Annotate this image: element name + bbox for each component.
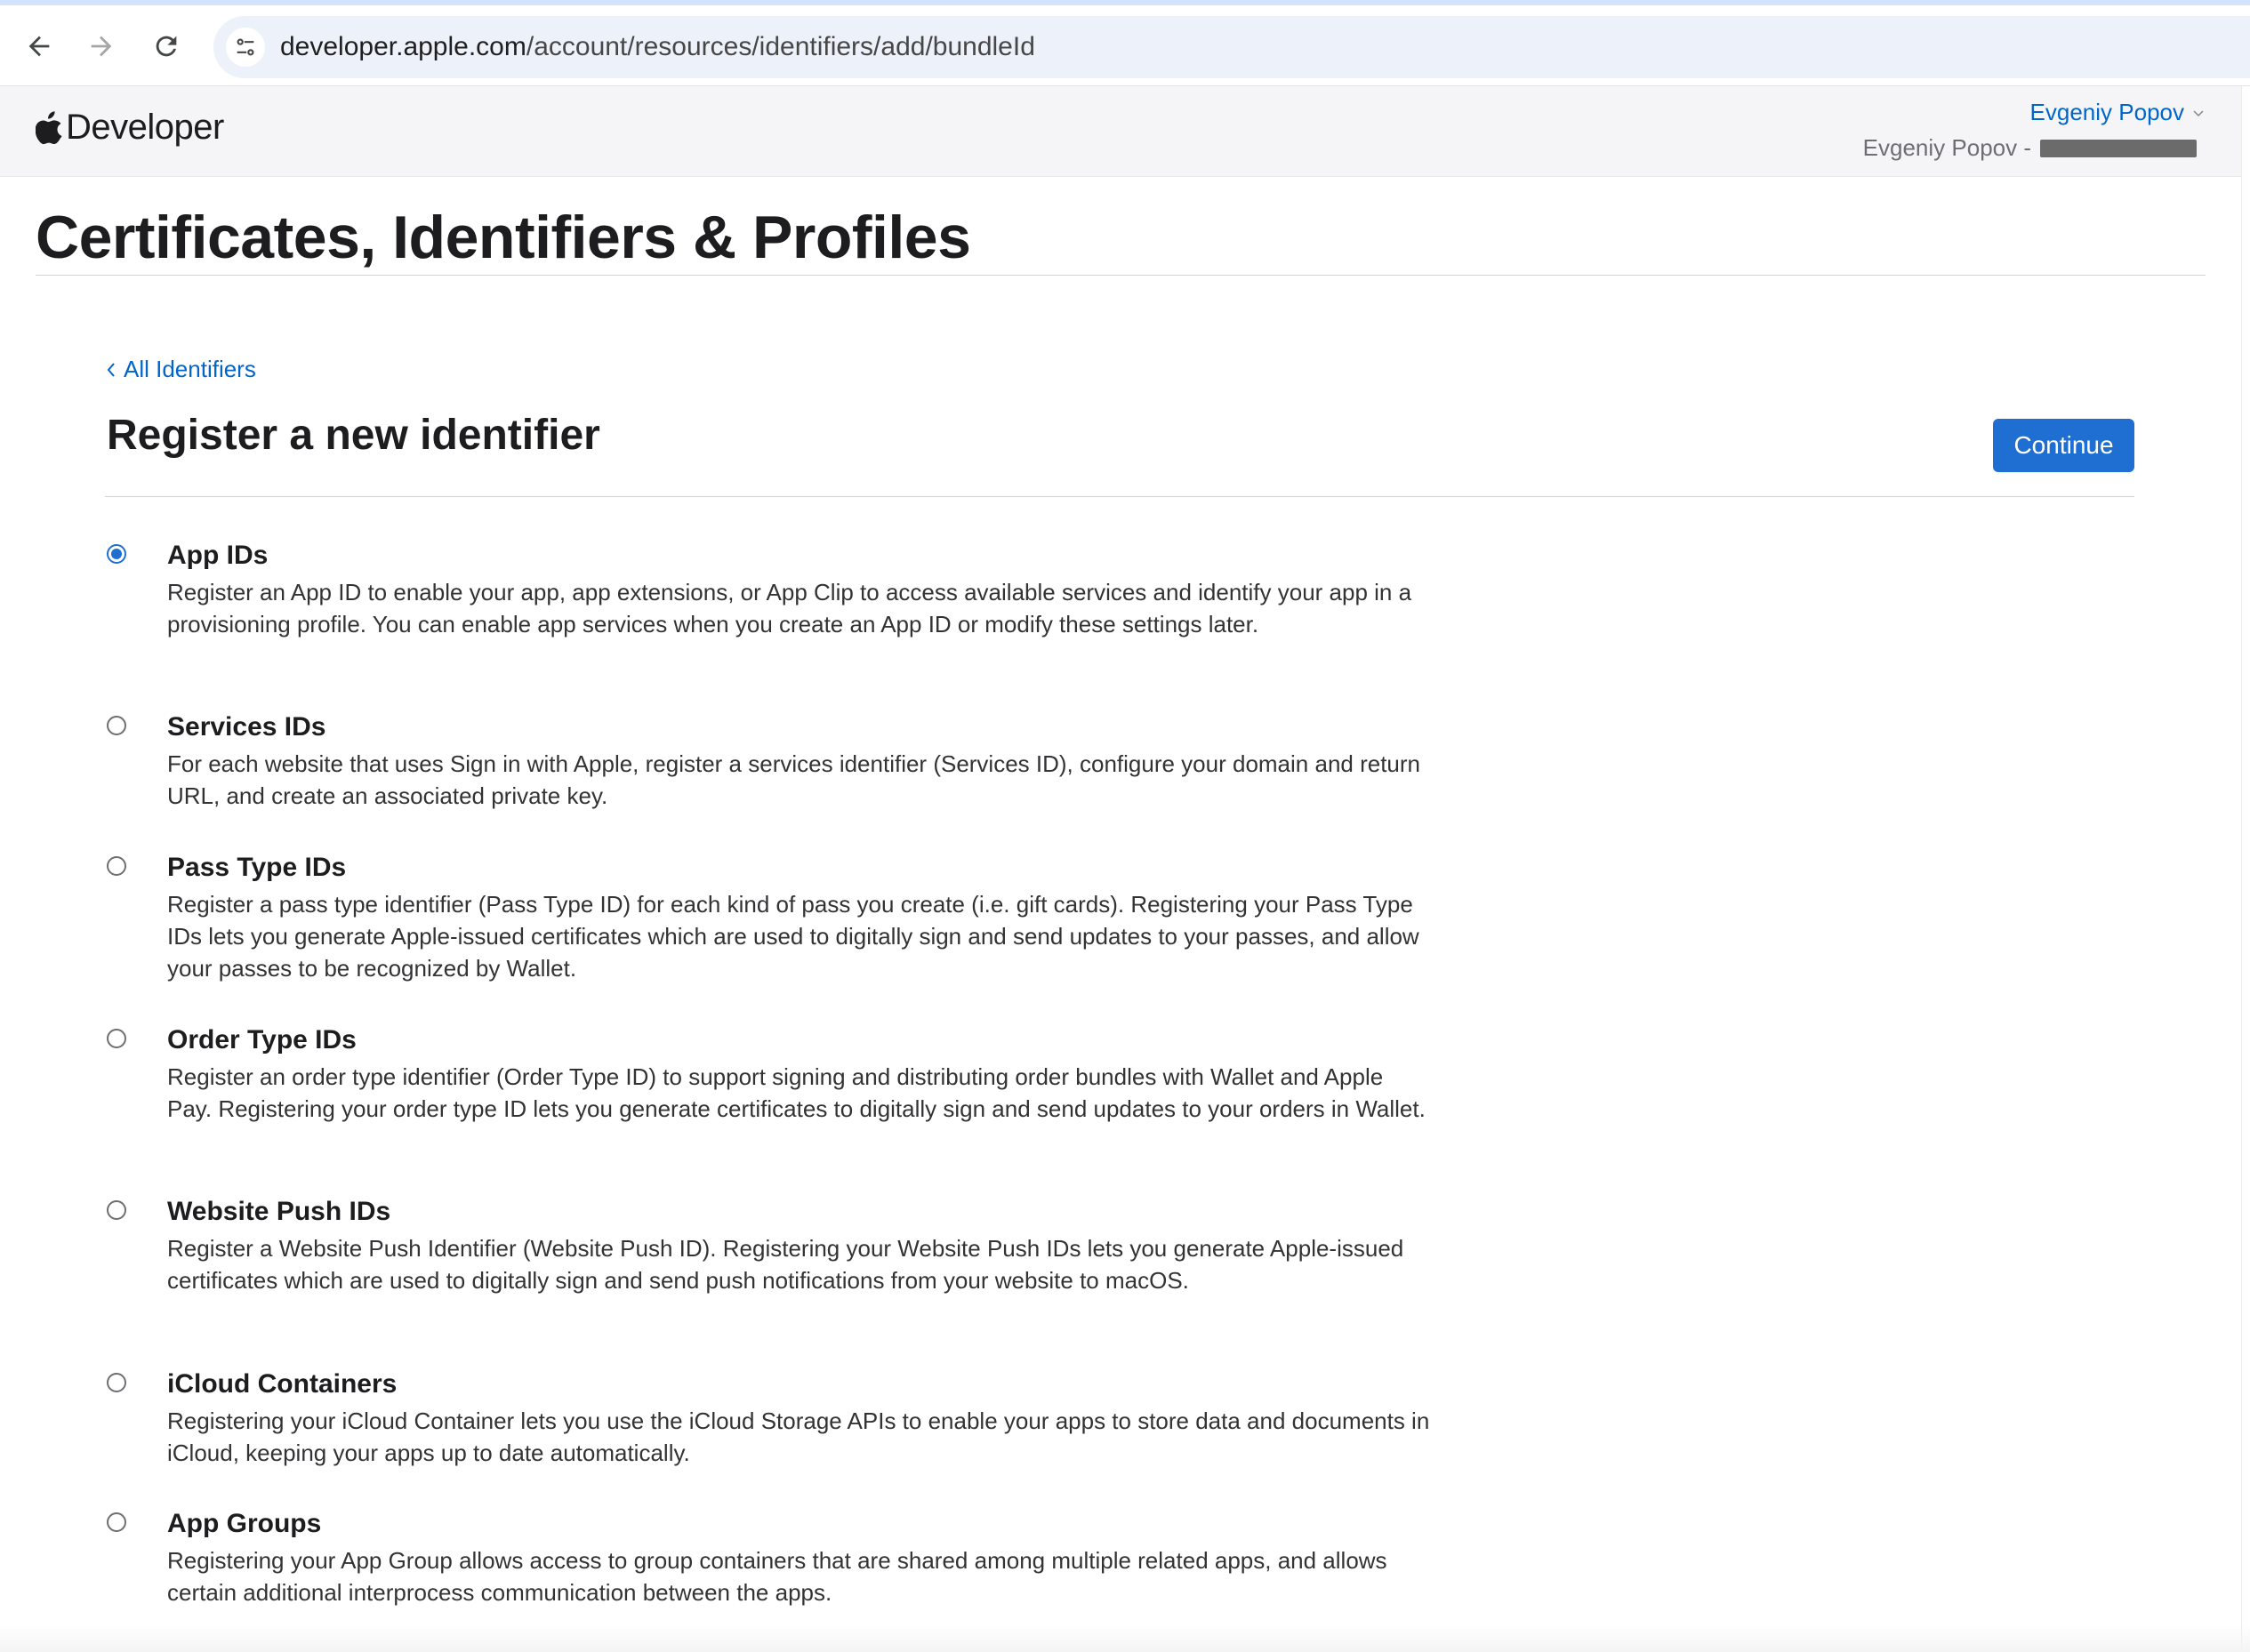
icloud-containers-radio[interactable] — [107, 1373, 126, 1392]
option-description: Register an App ID to enable your app, a… — [167, 579, 1412, 638]
back-link-label: All Identifiers — [124, 356, 256, 382]
option-label[interactable]: App IDs — [167, 541, 268, 571]
chevron-left-icon — [107, 362, 115, 377]
site-info-button[interactable] — [226, 28, 265, 67]
scrollbar[interactable] — [2241, 86, 2250, 1652]
option-description: Register a pass type identifier (Pass Ty… — [167, 891, 1419, 982]
option-description: Register a Website Push Identifier (Webs… — [167, 1235, 1404, 1294]
forward-arrow-icon — [91, 36, 112, 57]
address-bar[interactable]: developer.apple.com/account/resources/id… — [213, 16, 2250, 78]
option-label[interactable]: Website Push IDs — [167, 1197, 390, 1227]
reload-button[interactable] — [145, 25, 188, 68]
url-path: /account/resources/identifiers/add/bundl… — [526, 32, 1035, 61]
account-name: Evgeniy Popov — [2029, 99, 2184, 125]
section-title: Register a new identifier — [107, 412, 600, 459]
section-divider — [105, 496, 2134, 497]
page-title: Certificates, Identifiers & Profiles — [36, 204, 971, 271]
developer-header: Developer Evgeniy Popov Evgeniy Popov - — [0, 86, 2241, 177]
bottom-fade — [0, 1625, 2250, 1652]
apple-logo-icon — [36, 110, 62, 144]
option-description: Register an order type identifier (Order… — [167, 1063, 1426, 1122]
option-description: Registering your App Group allows access… — [167, 1547, 1387, 1606]
website-push-ids-radio[interactable] — [107, 1200, 126, 1220]
option-label[interactable]: App Groups — [167, 1509, 321, 1539]
url-host: developer.apple.com — [280, 32, 526, 61]
title-divider — [36, 275, 2206, 276]
option-label[interactable]: Pass Type IDs — [167, 853, 346, 883]
chevron-down-icon — [2193, 109, 2204, 116]
team-label: Evgeniy Popov - — [1862, 134, 2031, 161]
app-ids-radio[interactable] — [107, 544, 126, 564]
continue-button[interactable]: Continue — [1993, 419, 2134, 472]
order-type-ids-radio[interactable] — [107, 1029, 126, 1048]
option-label[interactable]: Services IDs — [167, 712, 325, 742]
services-ids-radio[interactable] — [107, 716, 126, 735]
site-info-icon — [237, 38, 254, 56]
account-menu[interactable]: Evgeniy Popov — [2030, 99, 2206, 126]
reload-icon — [156, 36, 177, 57]
developer-logo[interactable]: Developer — [36, 108, 224, 148]
forward-button[interactable] — [80, 25, 123, 68]
back-button[interactable] — [18, 25, 60, 68]
app-groups-radio[interactable] — [107, 1512, 126, 1532]
option-description: For each website that uses Sign in with … — [167, 750, 1421, 809]
option-label[interactable]: Order Type IDs — [167, 1025, 357, 1055]
url-text[interactable]: developer.apple.com/account/resources/id… — [280, 32, 1035, 62]
browser-toolbar: developer.apple.com/account/resources/id… — [0, 0, 2250, 86]
option-description: Registering your iCloud Container lets y… — [167, 1407, 1430, 1466]
option-label[interactable]: iCloud Containers — [167, 1369, 397, 1399]
redacted-team-id — [2040, 139, 2197, 157]
logo-text: Developer — [66, 108, 224, 147]
back-arrow-icon — [28, 36, 50, 57]
team-name: Evgeniy Popov - — [1863, 134, 2197, 162]
all-identifiers-link[interactable]: All Identifiers — [106, 356, 256, 383]
pass-type-ids-radio[interactable] — [107, 856, 126, 876]
